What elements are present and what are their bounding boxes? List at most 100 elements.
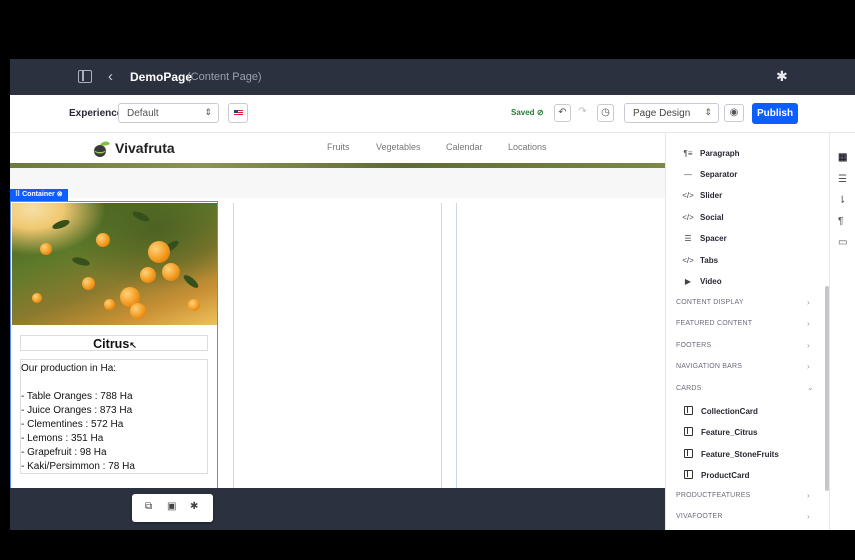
redo-button[interactable]: ↷ [574,104,591,122]
fragment-social[interactable]: </> Social [682,213,724,222]
saved-status-text: Saved [511,108,535,117]
column-divider [456,203,457,488]
leaf-shape [71,255,91,268]
paint-roller-icon[interactable]: ¶ [838,216,843,227]
language-flag-button[interactable] [228,103,248,123]
orange-shape [130,303,146,319]
nav-locations[interactable]: Locations [508,142,547,152]
save-icon[interactable]: ▣ [167,501,176,512]
chevron-right-icon[interactable]: › [807,512,810,521]
footer-dark-area [10,488,665,530]
chevron-down-icon[interactable]: ⌄ [807,383,814,392]
fragment-feature-stonefruits[interactable]: Feature_StoneFruits [684,449,779,459]
video-icon: ▶ [684,277,692,286]
fragment-video[interactable]: ▶ Video [682,277,722,286]
clock-icon: ◷ [601,107,610,118]
page-editor-topbar: ‹ DemoPage (Content Page) ✱ [10,59,855,95]
preview-button[interactable]: ◉ [724,104,744,122]
experience-label: Experience [69,108,123,119]
orange-shape [32,293,42,303]
page-title: DemoPage [130,70,193,84]
gear-icon[interactable]: ✱ [190,501,198,512]
section-cards[interactable]: CARDS [676,385,702,392]
separator-icon: — [684,170,692,179]
mode-select[interactable]: Page Design ⇕ [624,103,719,123]
history-button[interactable]: ◷ [597,104,614,122]
code-icon: </> [682,256,694,265]
structure-tree-icon[interactable]: ⇂ [838,195,846,206]
orange-shape [140,267,156,283]
fragment-label: Video [700,277,722,286]
orange-shape [82,277,95,290]
card-title: Citrus↖ [21,337,209,351]
card-icon [684,470,693,479]
container-label-tag[interactable]: ⠿ Container ⊗ [10,189,68,201]
fragment-collectioncard[interactable]: CollectionCard [684,406,758,416]
orange-shape [188,299,200,311]
nav-fruits[interactable]: Fruits [327,142,350,152]
section-productfeatures[interactable]: PRODUCTFEATURES [676,492,750,499]
fragment-label: Tabs [700,256,719,265]
fragments-icon[interactable]: ▦ [838,152,847,163]
fragment-label: Feature_StoneFruits [701,450,779,459]
close-circle-icon[interactable]: ⊗ [57,191,63,198]
fragment-feature-citrus[interactable]: Feature_Citrus [684,427,757,437]
nav-vegetables[interactable]: Vegetables [376,142,421,152]
fragment-slider[interactable]: </> Slider [682,191,722,200]
column-divider [233,203,234,488]
chevron-right-icon[interactable]: › [807,362,810,371]
chevron-right-icon[interactable]: › [807,319,810,328]
sidebar-toggle-icon[interactable] [78,70,92,83]
orange-shape [104,299,115,310]
card-body-field[interactable]: Our production in Ha: - Table Oranges : … [20,359,208,474]
duplicate-icon[interactable]: ⧉ [145,501,152,512]
mode-select-value: Page Design [633,108,691,119]
section-content-display[interactable]: CONTENT DISPLAY [676,299,744,306]
chevron-right-icon[interactable]: › [807,341,810,350]
sidebar-icon-strip: ▦ ☰ ⇂ ¶ ▭ [829,133,855,530]
fragment-paragraph[interactable]: ¶≡ Paragraph [682,149,740,158]
bottom-letterbox [10,530,855,554]
section-featured-content[interactable]: FEATURED CONTENT [676,320,752,327]
chevron-left-icon[interactable]: ‹ [108,68,113,85]
chevron-right-icon[interactable]: › [807,298,810,307]
fragment-label: Spacer [700,234,727,243]
app-window: ‹ DemoPage (Content Page) ✱ Experience D… [10,6,855,554]
publish-button[interactable]: Publish [752,103,798,124]
editor-toolbar: Experience Default ⇕ Saved ⊘ ↶ ↷ ◷ Page … [10,95,855,133]
column-divider [441,203,442,488]
section-vivafooter[interactable]: VIVAFOOTER [676,513,723,520]
eye-icon: ◉ [729,107,739,118]
card-body-line: - Kaki/Persimmon : 78 Ha [21,461,135,472]
undo-icon: ↶ [558,107,567,118]
experience-select[interactable]: Default ⇕ [118,103,219,123]
fragment-label: Social [700,213,724,222]
card-title-field[interactable]: Citrus↖ [20,335,208,351]
undo-button[interactable]: ↶ [554,104,571,122]
comments-icon[interactable]: ▭ [838,237,847,248]
fragment-tabs[interactable]: </> Tabs [682,256,718,265]
code-icon: </> [682,191,694,200]
list-icon[interactable]: ☰ [838,174,847,185]
fragment-label: CollectionCard [701,407,758,416]
fragment-separator[interactable]: — Separator [682,170,737,179]
fragment-spacer[interactable]: ☰ Spacer [682,234,727,243]
card-title-text: Citrus [93,337,130,351]
nav-calendar[interactable]: Calendar [446,142,483,152]
select-arrows-icon: ⇕ [704,107,712,117]
page-preview: Vivafruta Fruits Vegetables Calendar Loc… [10,133,665,488]
chevron-right-icon[interactable]: › [807,491,810,500]
section-footers[interactable]: FOOTERS [676,342,711,349]
card-body-line: - Lemons : 351 Ha [21,433,104,444]
select-arrows-icon: ⇕ [204,107,212,117]
card-body-line: Our production in Ha: [21,363,117,374]
fragment-label: Feature_Citrus [701,428,758,437]
top-letterbox [10,6,855,59]
fragment-productcard[interactable]: ProductCard [684,470,749,480]
leaf-shape [51,218,71,231]
orange-shape [40,243,52,255]
card-icon [684,427,693,436]
gear-icon[interactable]: ✱ [776,68,788,85]
fragment-label: Slider [700,191,723,200]
section-navigation-bars[interactable]: NAVIGATION BARS [676,363,742,370]
